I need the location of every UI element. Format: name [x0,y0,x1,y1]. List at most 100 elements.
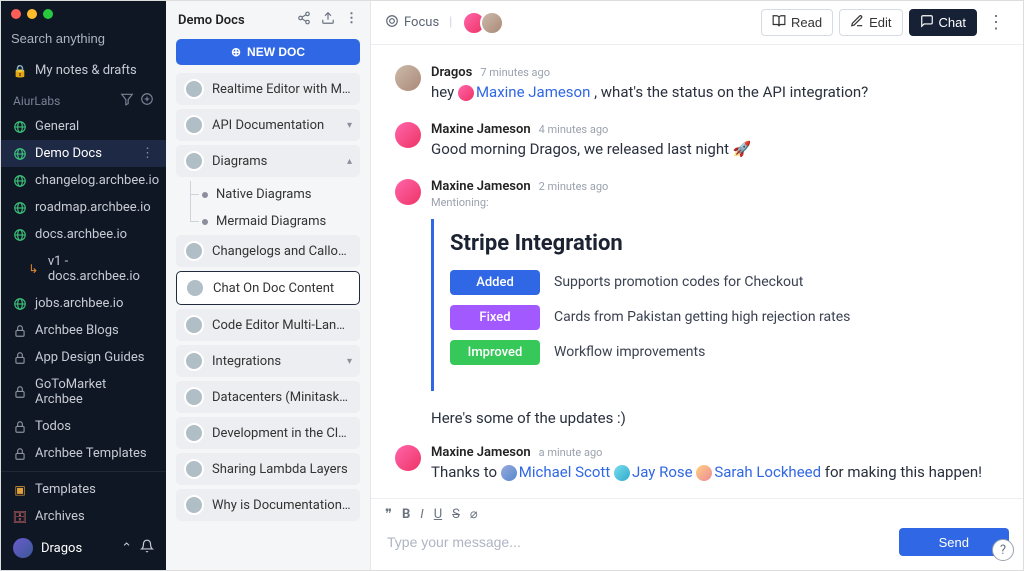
archives-nav[interactable]: 🗄 Archives [1,503,166,530]
focus-label: Focus [404,15,439,30]
sidebar-item[interactable]: roadmap.archbee.io [1,194,166,221]
strike-icon[interactable]: S [452,507,460,522]
tree-item[interactable]: Datacenters (Minitasks and Ma… [176,381,360,413]
sidebar-item-label: changelog.archbee.io [35,173,159,188]
sidebar-item[interactable]: App Design Guides [1,344,166,371]
current-user-name: Dragos [41,541,113,556]
tree-item[interactable]: Changelogs and Callouts [176,235,360,267]
mention[interactable]: Maxine Jameson [476,83,590,101]
branch-icon: ↳ [27,262,40,276]
tree-child-item[interactable]: Native Diagrams [176,181,360,208]
my-notes-label: My notes & drafts [35,63,137,78]
plus-icon: ⊕ [231,45,241,59]
presence-avatars[interactable] [462,11,504,35]
read-mode-button[interactable]: Read [761,9,833,36]
edit-mode-button[interactable]: Edit [839,9,902,36]
tree-child-item[interactable]: Mermaid Diagrams [176,208,360,235]
avatar [501,465,517,481]
chevron-up-icon[interactable]: ▴ [347,156,352,167]
tree-item[interactable]: Sharing Lambda Layers [176,453,360,485]
underline-icon[interactable]: U [434,507,442,522]
sidebar-item[interactable]: Todos [1,413,166,440]
mention[interactable]: Sarah Lockheed [714,463,821,481]
window-minimize-icon[interactable] [27,9,37,19]
tree-item[interactable]: Development in the Cloud [176,417,360,449]
new-doc-label: NEW DOC [247,45,305,59]
changelog-text: Workflow improvements [554,344,705,360]
archives-label: Archives [35,509,85,524]
sidebar-item[interactable]: General [1,113,166,140]
sidebar-item[interactable]: changelog.archbee.io [1,167,166,194]
help-icon[interactable]: ? [992,539,1014,561]
message-time: 2 minutes ago [539,180,609,193]
avatar [614,465,630,481]
tree-item-label: Why is Documentation Extremel… [212,498,352,513]
avatar [184,115,204,135]
chat-mode-button[interactable]: Chat [909,9,977,36]
more-icon[interactable]: ⋮ [345,11,358,29]
tree-item[interactable]: Why is Documentation Extremel… [176,489,360,521]
message-input[interactable] [385,528,889,556]
message-text: hey Maxine Jameson , what's the status o… [431,82,999,104]
status-badge: Added [450,270,540,295]
export-icon[interactable] [321,11,335,29]
mention[interactable]: Jay Rose [632,463,693,481]
avatar [696,465,712,481]
add-space-icon[interactable] [140,92,154,109]
window-zoom-icon[interactable] [43,9,53,19]
tree-item[interactable]: API Documentation▾ [176,109,360,141]
chevron-down-icon[interactable]: ▾ [347,120,352,131]
tree-item[interactable]: Integrations▾ [176,345,360,377]
quote-icon[interactable]: ❞ [385,507,392,522]
sidebar-item[interactable]: Archbee Blogs [1,317,166,344]
lock-icon [13,420,27,434]
search-input[interactable] [11,31,187,46]
lock-icon [13,351,27,365]
link-icon[interactable]: ⌀ [470,507,478,522]
more-icon[interactable]: ⋮ [141,146,154,161]
tree-item-label: Changelogs and Callouts [212,244,352,259]
changelog-text: Supports promotion codes for Checkout [554,274,803,290]
bell-icon[interactable] [140,539,154,557]
chat-message: Dragos7 minutes agohey Maxine Jameson , … [395,65,999,104]
status-badge: Fixed [450,305,540,330]
sidebar-item[interactable]: Demo Docs⋮ [1,140,166,167]
topbar-more-icon[interactable]: ⋮ [983,12,1009,33]
chevron-down-icon[interactable]: ▾ [347,356,352,367]
italic-icon[interactable]: I [420,507,423,522]
tree-item[interactable]: Chat On Doc Content [176,271,360,305]
tree-item-label: Code Editor Multi-Language [212,318,352,333]
avatar [185,278,205,298]
mention[interactable]: Michael Scott [519,463,610,481]
search-bar[interactable] [1,23,166,57]
changelog-row: FixedCards from Pakistan getting high re… [450,305,983,330]
lock-icon [13,447,27,461]
sidebar-item[interactable]: docs.archbee.io [1,221,166,248]
message-author: Maxine Jameson [431,179,531,194]
my-notes-nav[interactable]: 🔒 My notes & drafts [1,57,166,84]
templates-nav[interactable]: ▣ Templates [1,476,166,503]
bold-icon[interactable]: B [402,507,410,522]
window-close-icon[interactable] [11,9,21,19]
tree-item-label: Development in the Cloud [212,426,352,441]
tree-item-label: Diagrams [212,154,339,169]
sidebar-item[interactable]: Archbee Templates [1,440,166,467]
tree-item[interactable]: Diagrams ▴ [176,145,360,177]
new-doc-button[interactable]: ⊕ NEW DOC [176,39,360,65]
tree-item[interactable]: Code Editor Multi-Language [176,309,360,341]
sidebar-item-label: docs.archbee.io [35,227,127,242]
message-text: Here's some of the updates :) [431,409,999,427]
sidebar-item[interactable]: ↳v1 - docs.archbee.io [1,248,166,290]
share-icon[interactable] [297,11,311,29]
sidebar-item[interactable]: GoToMarket Archbee [1,371,166,413]
tree-item[interactable]: Realtime Editor with Markdown … [176,73,360,105]
current-user-row[interactable]: Dragos ⌃ [1,530,166,566]
tree-item-label: Realtime Editor with Markdown … [212,82,352,97]
globe-icon [13,228,27,242]
lock-icon: 🔒 [13,64,27,78]
sidebar-item-label: Archbee Templates [35,446,147,461]
chevron-up-icon[interactable]: ⌃ [121,541,132,556]
filter-icon[interactable] [120,92,134,109]
sidebar-item[interactable]: jobs.archbee.io [1,290,166,317]
focus-toggle[interactable]: Focus [385,14,439,32]
